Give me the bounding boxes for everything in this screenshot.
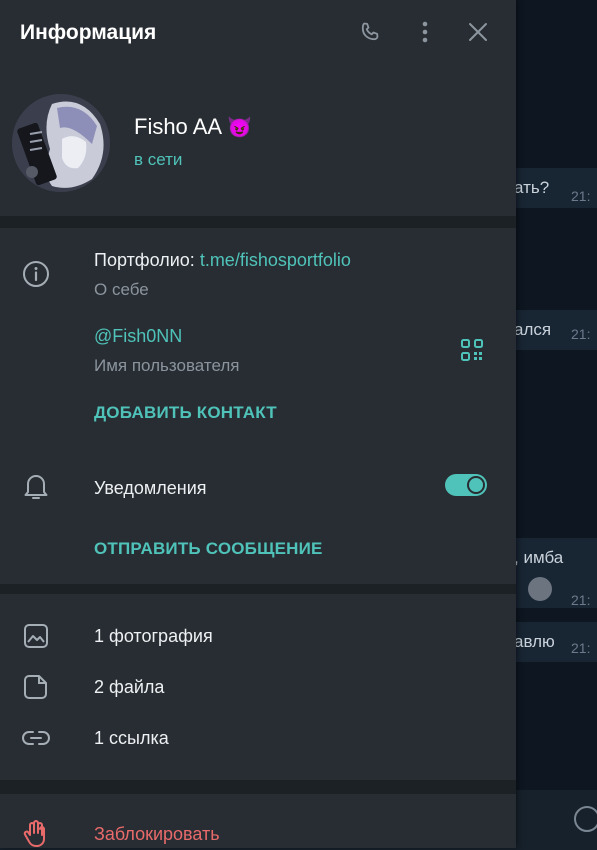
link-icon	[20, 722, 52, 754]
panel-header: Информация	[0, 0, 516, 66]
section-divider	[0, 780, 516, 794]
links-count[interactable]: 1 ссылка	[94, 728, 169, 749]
portfolio-link[interactable]: t.me/fishosportfolio	[200, 250, 351, 270]
profile-emoji: 😈	[226, 117, 252, 139]
photo-icon	[20, 620, 52, 652]
block-user-button[interactable]: Заблокировать	[94, 824, 220, 845]
info-icon	[20, 258, 52, 290]
send-message-button[interactable]: ОТПРАВИТЬ СООБЩЕНИЕ	[94, 539, 323, 559]
bio-text: Портфолио: t.me/fishosportfolio	[94, 250, 351, 271]
more-options-icon[interactable]	[412, 19, 438, 45]
notifications-toggle[interactable]	[445, 474, 487, 496]
notifications-label: Уведомления	[94, 478, 207, 498]
reaction-avatar	[528, 577, 552, 601]
online-status: в сети	[134, 150, 183, 169]
add-contact-button[interactable]: ДОБАВИТЬ КОНТАКТ	[94, 403, 277, 423]
photos-count[interactable]: 1 фотография	[94, 626, 213, 647]
chat-strip	[516, 250, 597, 280]
emoji-icon[interactable]	[574, 806, 597, 832]
files-count[interactable]: 2 файла	[94, 677, 164, 698]
chat-time: 21:	[571, 188, 591, 204]
chat-strip	[516, 440, 597, 530]
close-icon[interactable]	[465, 19, 491, 45]
chat-time: 21:	[571, 640, 591, 656]
toggle-knob	[467, 476, 485, 494]
bio-prefix: Портфолио:	[94, 250, 200, 270]
profile-name: Fisho AA 😈	[134, 114, 252, 140]
file-icon	[20, 671, 52, 703]
profile-name-text: Fisho AA	[134, 114, 221, 139]
username-label: Имя пользователя	[94, 356, 240, 375]
block-hand-icon	[20, 818, 52, 850]
phone-icon[interactable]	[357, 19, 383, 45]
section-divider	[0, 216, 516, 228]
panel-title: Информация	[20, 21, 157, 44]
avatar[interactable]	[12, 94, 110, 192]
username-link[interactable]: @Fish0NN	[94, 326, 182, 347]
chat-time: 21:	[571, 326, 591, 342]
bio-label: О себе	[94, 280, 149, 299]
chat-time: 21:	[571, 592, 591, 608]
bell-icon	[20, 470, 52, 502]
section-divider	[0, 584, 516, 594]
qr-code-icon[interactable]	[460, 338, 484, 362]
info-panel: Информация Fisho AA 😈 в сети Портфолио: …	[0, 0, 516, 848]
